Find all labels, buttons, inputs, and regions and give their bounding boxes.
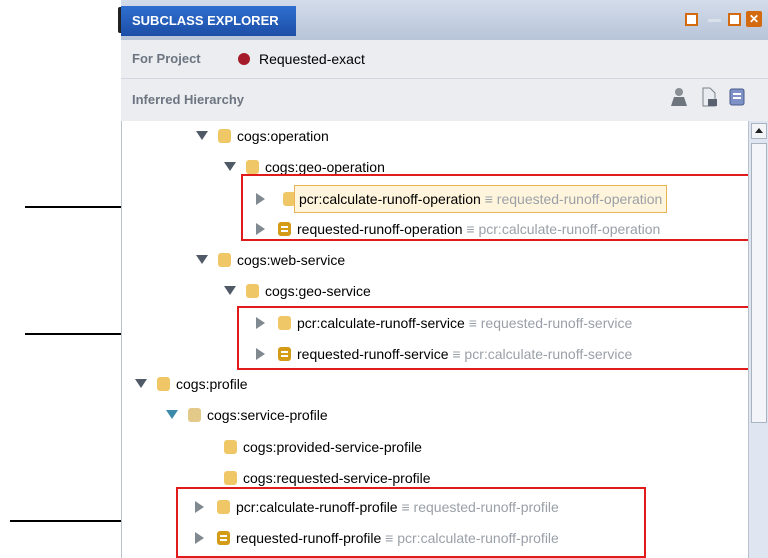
class-icon <box>218 253 231 267</box>
close-icon[interactable]: ✕ <box>746 11 762 27</box>
tree-row-label: cogs:web-service <box>237 252 346 268</box>
highlight-box-profile <box>176 487 646 558</box>
class-icon <box>246 284 259 298</box>
vertical-scrollbar[interactable] <box>748 121 768 558</box>
title-bar: SUBCLASS EXPLORER ✕ <box>118 0 768 40</box>
tree-row-label: cogs:geo-service <box>265 283 371 299</box>
maximize-icon[interactable] <box>728 13 741 26</box>
expanded-triangle-icon[interactable] <box>224 286 236 295</box>
hierarchy-label: Inferred Hierarchy <box>132 92 244 107</box>
class-tree[interactable]: cogs:operation cogs:geo-operation pcr:ca… <box>121 121 749 558</box>
project-label: For Project <box>132 51 201 66</box>
add-class-icon[interactable] <box>699 87 719 107</box>
scroll-up-icon[interactable] <box>751 123 767 139</box>
highlight-box-service <box>237 306 749 370</box>
class-tool-icon[interactable] <box>727 87 747 107</box>
class-icon <box>224 440 237 454</box>
scroll-thumb[interactable] <box>751 143 767 423</box>
tree-row-label: cogs:profile <box>176 376 248 392</box>
expanded-triangle-icon[interactable] <box>224 162 236 171</box>
project-icon <box>238 53 250 65</box>
hierarchy-header: Inferred Hierarchy <box>121 79 768 121</box>
expanded-triangle-icon[interactable] <box>166 410 178 419</box>
project-row: For Project Requested-exact <box>121 40 768 79</box>
class-icon <box>246 160 259 174</box>
tree-row-label: cogs:operation <box>237 128 329 144</box>
class-icon <box>218 129 231 143</box>
person-icon[interactable] <box>669 87 689 107</box>
expanded-triangle-icon[interactable] <box>196 131 208 140</box>
highlight-box-operation <box>241 174 749 241</box>
class-icon <box>157 377 170 391</box>
class-icon <box>224 471 237 485</box>
panel-title[interactable]: SUBCLASS EXPLORER <box>121 6 296 36</box>
minimize-icon[interactable] <box>708 19 721 22</box>
expanded-triangle-icon[interactable] <box>196 255 208 264</box>
class-icon <box>188 408 201 422</box>
restore-icon[interactable] <box>685 13 698 26</box>
project-name: Requested-exact <box>259 51 365 67</box>
expanded-triangle-icon[interactable] <box>135 379 147 388</box>
tree-row-label: cogs:service-profile <box>207 407 328 423</box>
tree-row-label: cogs:provided-service-profile <box>243 439 422 455</box>
subclass-explorer-panel: SUBCLASS EXPLORER ✕ For Project Requeste… <box>118 0 768 558</box>
